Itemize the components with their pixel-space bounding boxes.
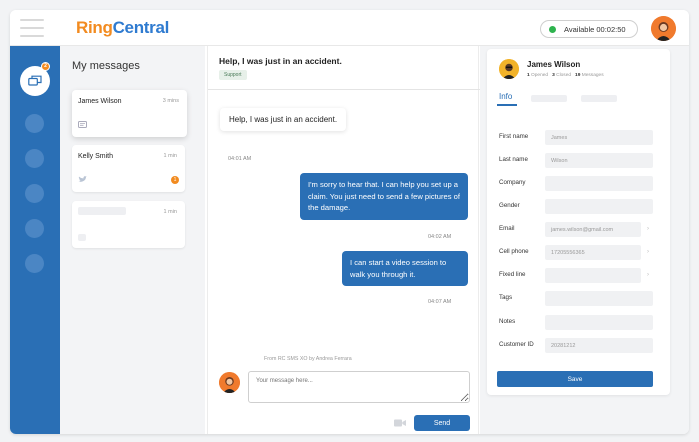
placeholder-icon-bar [78,234,86,241]
message-time: 1 min [163,153,177,159]
placeholder-name-bar [78,207,126,215]
tags-field[interactable] [545,291,653,306]
status-text: Available 00:02:50 [564,24,626,34]
field-label-last-name: Last name [499,156,528,163]
tab-info[interactable]: Info [499,92,512,101]
menu-icon[interactable] [20,19,44,37]
field-label-company: Company [499,179,526,186]
last-name-field[interactable]: Wilson [545,153,653,168]
nav-item-6[interactable] [25,254,44,273]
contact-card: James Wilson 1 Opened 3 Closed 19 Messag… [487,49,670,395]
message-sender: James Wilson [78,98,122,105]
message-item-james-wilson[interactable]: James Wilson 3 mins [72,90,187,137]
list-title: My messages [72,60,140,72]
field-label-cell-phone: Cell phone [499,248,529,255]
chevron-right-icon[interactable]: › [647,249,649,255]
chevron-right-icon[interactable]: › [647,272,649,278]
nav-item-3[interactable] [25,149,44,168]
send-button[interactable]: Send [414,415,470,431]
status-dot-icon [549,25,556,33]
contact-stats: 1 Opened 3 Closed 19 Messages [527,73,604,78]
conversation-title: Help, I was just in an accident. [219,56,342,66]
unread-badge: 1 [171,176,179,184]
left-nav-rail: 2 [10,46,60,434]
rail-unread-badge: 2 [41,62,50,71]
gender-field[interactable] [545,199,653,214]
chat-bubbles-icon [28,75,42,86]
company-field[interactable] [545,176,653,191]
ringcentral-logo: RingCentral [76,18,170,37]
fixed-line-field[interactable] [545,268,641,283]
nav-item-5[interactable] [25,219,44,238]
messages-list-panel: My messages James Wilson 3 mins Kelly Sm… [60,46,205,434]
field-label-email: Email [499,225,515,232]
outgoing-message: I'm sorry to hear that. I can help you s… [300,173,468,220]
field-label-customer-id: Customer ID [499,341,534,348]
field-label-gender: Gender [499,202,520,209]
tab-placeholder-3[interactable] [581,95,617,102]
message-item-placeholder[interactable]: 1 min [72,201,185,248]
contact-name: James Wilson [527,60,581,69]
contact-avatar [499,59,519,79]
user-avatar[interactable] [651,16,676,41]
notes-field[interactable] [545,315,653,330]
active-tab-indicator [497,104,517,106]
divider [208,89,480,90]
chevron-right-icon[interactable]: › [647,226,649,232]
outgoing-message: I can start a video session to walk you … [342,251,468,286]
video-call-icon[interactable] [394,419,406,427]
first-name-field[interactable]: James [545,130,653,145]
top-bar: RingCentral Available 00:02:50 [10,10,689,46]
message-time: 1 min [163,209,177,215]
message-input[interactable] [248,371,470,403]
message-timestamp: 04:02 AM [428,234,452,240]
incoming-message: Help, I was just in an accident. [220,108,347,131]
customer-id-field[interactable]: 20281212 [545,338,653,353]
field-label-first-name: First name [499,133,529,140]
save-button[interactable]: Save [497,371,653,387]
availability-status[interactable]: Available 00:02:50 [540,20,638,38]
agent-avatar [219,372,240,393]
message-time: 3 mins [162,98,179,104]
message-sender: Kelly Smith [78,153,114,160]
email-field[interactable]: james.wilson@gmail.com [545,222,641,237]
field-label-notes: Notes [499,318,516,325]
tab-placeholder-2[interactable] [531,95,567,102]
cell-phone-field[interactable]: 17205556365 [545,245,641,260]
message-item-kelly-smith[interactable]: Kelly Smith 1 min 1 [72,145,185,192]
nav-item-4[interactable] [25,184,44,203]
message-timestamp: 04:01 AM [228,156,252,162]
field-label-tags: Tags [499,294,513,301]
support-tag: Support [219,70,247,80]
field-label-fixed-line: Fixed line [499,271,526,278]
twitter-icon [78,176,87,185]
conversation-panel: Help, I was just in an accident. Support… [207,46,480,434]
message-timestamp: 04:07 AM [428,299,452,305]
sms-icon [78,121,87,130]
nav-item-2[interactable] [25,114,44,133]
sender-attribution: From RC SMS XO by Andrea Ferrara [264,356,352,362]
